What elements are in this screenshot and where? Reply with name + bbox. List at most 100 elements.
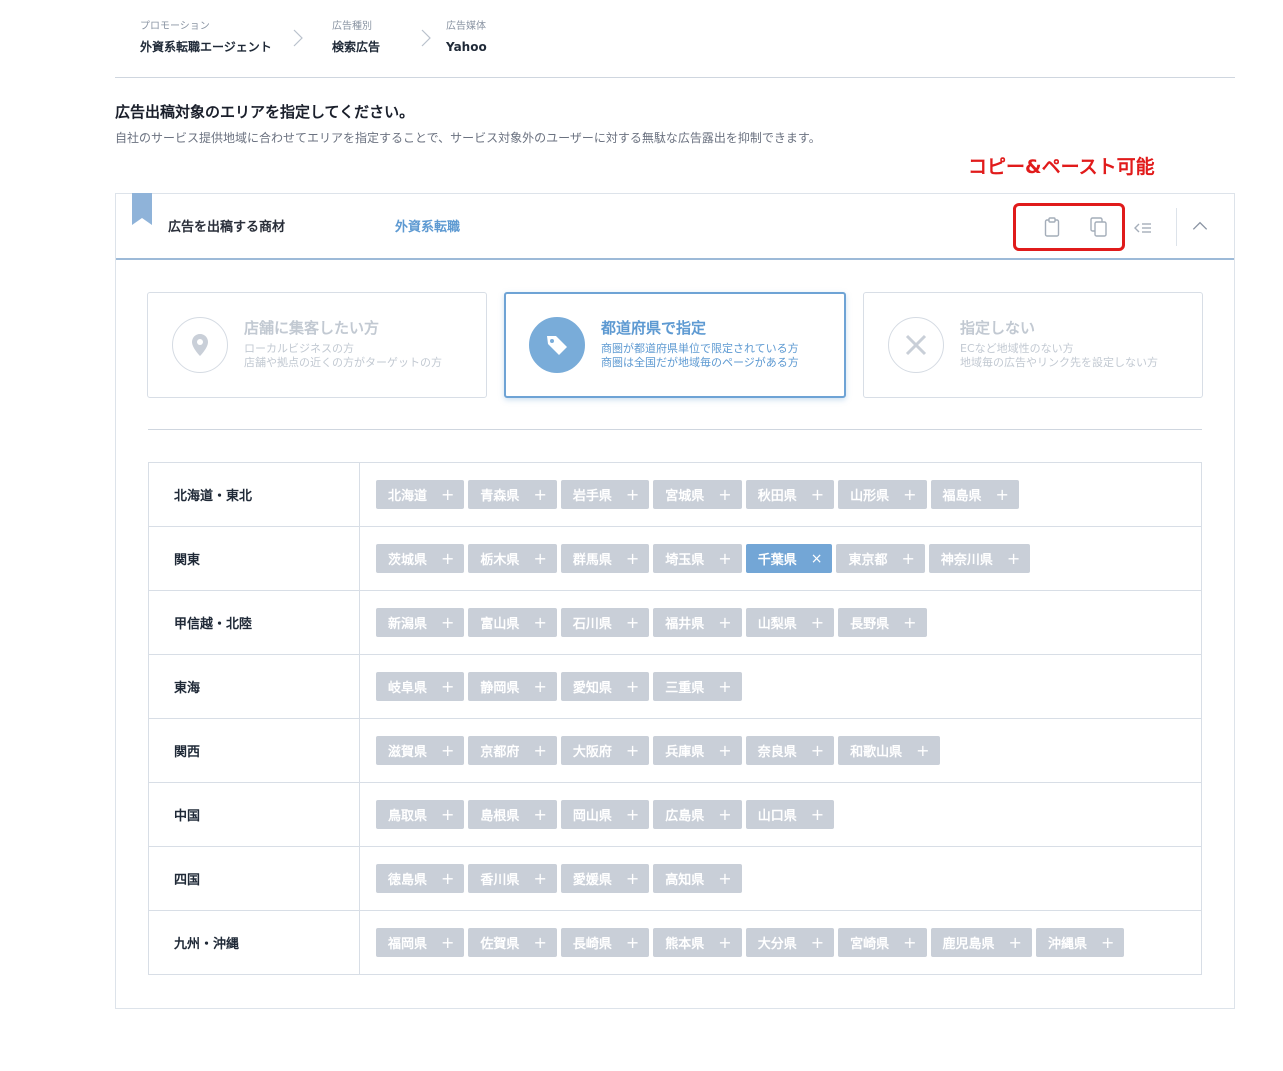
prefecture-tag[interactable]: 栃木県 + <box>468 544 557 573</box>
plus-icon[interactable]: + <box>718 741 731 760</box>
prefecture-tag[interactable]: 山梨県 + <box>745 608 835 637</box>
prefecture-tag[interactable]: 千葉県 × <box>745 544 833 573</box>
prefecture-tag[interactable]: 鳥取県 + <box>376 800 465 829</box>
plus-icon[interactable]: + <box>718 805 731 824</box>
plus-icon[interactable]: + <box>441 549 454 568</box>
plus-icon[interactable]: + <box>533 549 546 568</box>
plus-icon[interactable]: + <box>811 485 824 504</box>
breadcrumb-item-promotion[interactable]: プロモーション 外資系転職エージェント <box>140 20 300 56</box>
plus-icon[interactable]: + <box>811 741 824 760</box>
plus-icon[interactable]: + <box>811 613 824 632</box>
prefecture-tag[interactable]: 佐賀県 + <box>468 928 557 957</box>
prefecture-tag[interactable]: 福島県 + <box>930 480 1019 509</box>
prefecture-tag[interactable]: 大阪府 + <box>560 736 650 765</box>
plus-icon[interactable]: + <box>718 869 731 888</box>
plus-icon[interactable]: + <box>811 933 824 952</box>
plus-icon[interactable]: + <box>533 933 546 952</box>
plus-icon[interactable]: + <box>441 805 454 824</box>
prefecture-tag[interactable]: 福井県 + <box>653 608 742 637</box>
plus-icon[interactable]: + <box>903 933 916 952</box>
plus-icon[interactable]: + <box>441 485 454 504</box>
plus-icon[interactable]: + <box>626 677 639 696</box>
plus-icon[interactable]: + <box>718 549 731 568</box>
prefecture-tag[interactable]: 徳島県 + <box>376 864 465 893</box>
prefecture-tag[interactable]: 北海道 + <box>376 480 465 509</box>
prefecture-tag[interactable]: 岡山県 + <box>560 800 650 829</box>
prefecture-tag[interactable]: 山口県 + <box>745 800 835 829</box>
prefecture-tag[interactable]: 兵庫県 + <box>653 736 742 765</box>
plus-icon[interactable]: + <box>996 485 1009 504</box>
plus-icon[interactable]: + <box>1009 933 1022 952</box>
prefecture-tag[interactable]: 東京都 + <box>836 544 925 573</box>
prefecture-tag[interactable]: 岐阜県 + <box>376 672 465 701</box>
plus-icon[interactable]: + <box>533 741 546 760</box>
prefecture-tag[interactable]: 富山県 + <box>468 608 557 637</box>
plus-icon[interactable]: + <box>626 613 639 632</box>
plus-icon[interactable]: + <box>626 933 639 952</box>
prefecture-tag[interactable]: 大分県 + <box>745 928 835 957</box>
prefecture-tag[interactable]: 群馬県 + <box>560 544 650 573</box>
chevron-up-icon[interactable] <box>1190 215 1214 237</box>
prefecture-tag[interactable]: 高知県 + <box>653 864 742 893</box>
plus-icon[interactable]: + <box>718 677 731 696</box>
prefecture-tag[interactable]: 長崎県 + <box>560 928 650 957</box>
prefecture-tag[interactable]: 沖縄県 + <box>1035 928 1125 957</box>
plus-icon[interactable]: + <box>1101 933 1114 952</box>
plus-icon[interactable]: + <box>441 741 454 760</box>
prefecture-tag[interactable]: 滋賀県 + <box>376 736 465 765</box>
breadcrumb-item-ad-type[interactable]: 広告種別 検索広告 <box>332 20 402 56</box>
prefecture-tag[interactable]: 京都府 + <box>468 736 557 765</box>
plus-icon[interactable]: + <box>916 741 929 760</box>
prefecture-tag[interactable]: 長野県 + <box>838 608 927 637</box>
prefecture-tag[interactable]: 福岡県 + <box>376 928 465 957</box>
plus-icon[interactable]: + <box>718 485 731 504</box>
plus-icon[interactable]: + <box>441 677 454 696</box>
prefecture-tag[interactable]: 三重県 + <box>653 672 742 701</box>
plus-icon[interactable]: + <box>533 613 546 632</box>
copy-icon[interactable] <box>1088 216 1108 238</box>
prefecture-tag[interactable]: 宮崎県 + <box>838 928 927 957</box>
prefecture-tag[interactable]: 青森県 + <box>468 480 557 509</box>
prefecture-tag[interactable]: 石川県 + <box>560 608 650 637</box>
prefecture-tag[interactable]: 静岡県 + <box>468 672 557 701</box>
plus-icon[interactable]: + <box>441 613 454 632</box>
plus-icon[interactable]: + <box>811 805 824 824</box>
plus-icon[interactable]: + <box>718 613 731 632</box>
plus-icon[interactable]: + <box>626 485 639 504</box>
clipboard-paste-icon[interactable] <box>1042 216 1062 238</box>
breadcrumb-item-ad-media[interactable]: 広告媒体 Yahoo <box>446 20 516 56</box>
prefecture-tag[interactable]: 宮城県 + <box>653 480 742 509</box>
prefecture-tag[interactable]: 熊本県 + <box>653 928 742 957</box>
plus-icon[interactable]: + <box>1007 549 1020 568</box>
plus-icon[interactable]: + <box>626 869 639 888</box>
plus-icon[interactable]: + <box>626 549 639 568</box>
prefecture-tag[interactable]: 愛知県 + <box>560 672 650 701</box>
option-card-prefecture[interactable]: 都道府県で指定 商圏が都道府県単位で限定されている方 商圏は全国だが地域毎のペー… <box>504 292 846 398</box>
prefecture-tag[interactable]: 奈良県 + <box>745 736 835 765</box>
prefecture-tag[interactable]: 埼玉県 + <box>653 544 742 573</box>
plus-icon[interactable]: + <box>533 869 546 888</box>
prefecture-tag[interactable]: 島根県 + <box>468 800 557 829</box>
plus-icon[interactable]: + <box>901 549 914 568</box>
prefecture-tag[interactable]: 秋田県 + <box>745 480 835 509</box>
prefecture-tag[interactable]: 鹿児島県 + <box>930 928 1032 957</box>
plus-icon[interactable]: + <box>718 933 731 952</box>
prefecture-tag[interactable]: 和歌山県 + <box>838 736 940 765</box>
plus-icon[interactable]: + <box>626 741 639 760</box>
prefecture-tag[interactable]: 神奈川県 + <box>928 544 1031 573</box>
option-card-store[interactable]: 店舗に集客したい方 ローカルビジネスの方 店舗や拠点の近くの方がターゲットの方 <box>147 292 487 398</box>
prefecture-tag[interactable]: 山形県 + <box>838 480 927 509</box>
prefecture-tag[interactable]: 香川県 + <box>468 864 557 893</box>
prefecture-tag[interactable]: 愛媛県 + <box>560 864 650 893</box>
plus-icon[interactable]: + <box>441 869 454 888</box>
plus-icon[interactable]: + <box>903 485 916 504</box>
prefecture-tag[interactable]: 広島県 + <box>653 800 742 829</box>
prefecture-tag[interactable]: 岩手県 + <box>560 480 650 509</box>
plus-icon[interactable]: + <box>533 485 546 504</box>
list-icon[interactable] <box>1132 217 1152 239</box>
prefecture-tag[interactable]: 茨城県 + <box>376 544 465 573</box>
option-card-none[interactable]: 指定しない ECなど地域性のない方 地域毎の広告やリンク先を設定しない方 <box>863 292 1203 398</box>
remove-icon[interactable]: × <box>811 551 823 567</box>
plus-icon[interactable]: + <box>903 613 916 632</box>
plus-icon[interactable]: + <box>626 805 639 824</box>
